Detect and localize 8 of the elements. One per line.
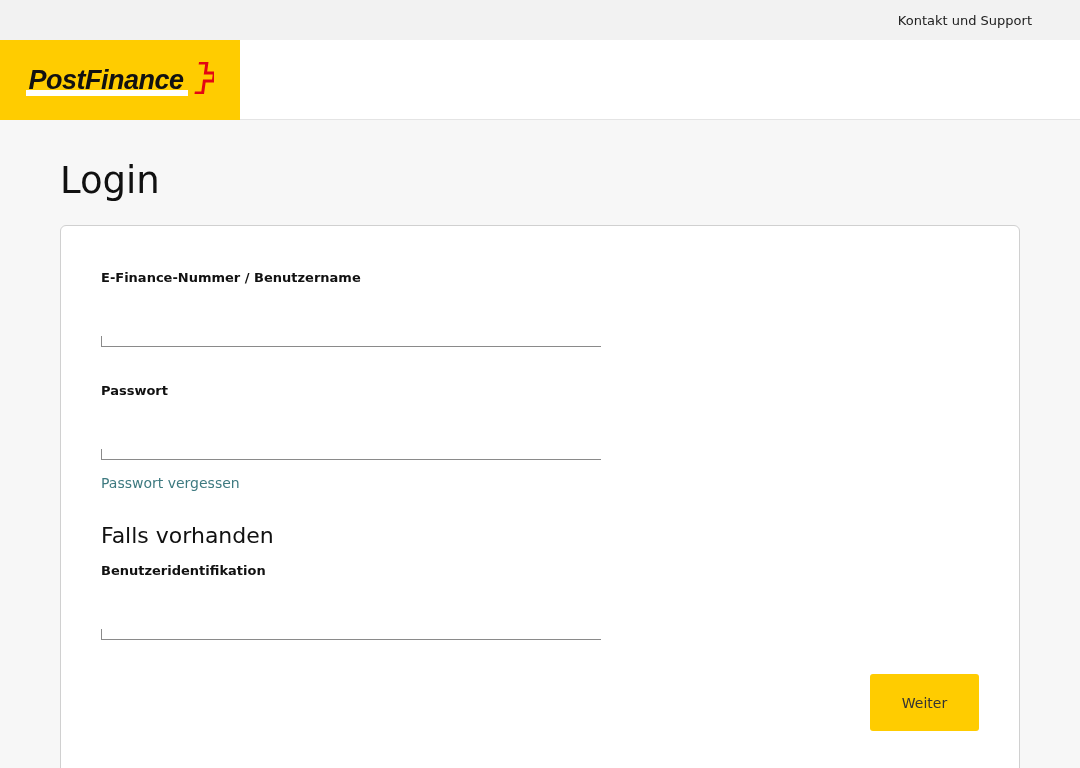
field-label: Benutzeridentifikation [101,562,267,580]
continue-button[interactable]: Weiter [870,674,979,731]
field-label: E-Finance-Nummer / Benutzername [101,269,362,287]
contact-support-link[interactable]: Kontakt und Support [897,12,1032,28]
page-title: Login [60,158,161,204]
forgot-password-link[interactable]: Passwort vergessen [101,473,240,493]
field-label: Passwort [101,382,169,400]
section-heading: Falls vorhanden [101,522,275,550]
